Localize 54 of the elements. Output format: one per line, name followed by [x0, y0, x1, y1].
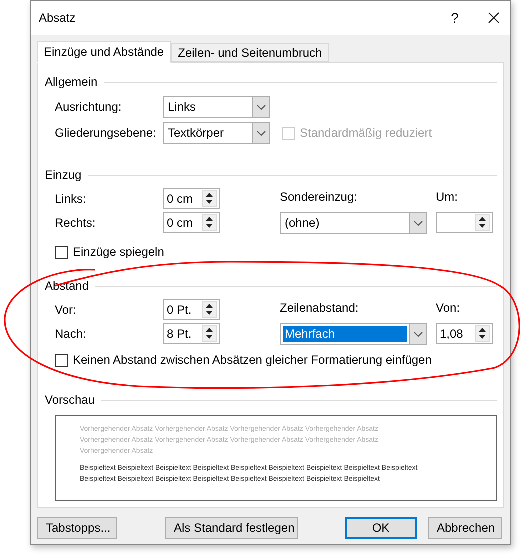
checkbox[interactable]: [55, 246, 68, 258]
field-label: Links:: [55, 190, 88, 208]
chevron-down-icon: [414, 332, 422, 336]
field-label: Sondereinzug:: [280, 189, 358, 206]
tab[interactable]: Zeilen- und Seitenumbruch: [171, 43, 330, 62]
spin-field[interactable]: [436, 212, 493, 233]
down-arrow-icon[interactable]: [206, 311, 213, 315]
help-button[interactable]: ?: [440, 8, 470, 28]
down-arrow-icon[interactable]: [479, 224, 486, 228]
field-label: Vor:: [55, 302, 78, 318]
checkbox-label: Standardmäßig reduziert: [300, 125, 432, 142]
dialog-button[interactable]: Tabstopps...: [37, 517, 117, 539]
up-arrow-icon[interactable]: [479, 217, 486, 221]
field-label: Von:: [436, 300, 462, 317]
dialog-button[interactable]: Als Standard festlegen: [165, 517, 298, 539]
dropdown[interactable]: Textkörper: [163, 122, 270, 144]
dialog-button[interactable]: Abbrechen: [428, 517, 502, 539]
spin-field[interactable]: 1,08: [436, 323, 493, 344]
up-arrow-icon[interactable]: [479, 328, 486, 332]
down-arrow-icon[interactable]: [206, 335, 213, 339]
down-arrow-icon[interactable]: [206, 200, 213, 204]
field-label: Ausrichtung:: [55, 99, 123, 116]
spin-field[interactable]: 8 Pt.: [163, 323, 220, 344]
chevron-down-icon: [414, 220, 422, 226]
tab[interactable]: Einzüge und Abstände: [37, 41, 172, 63]
down-arrow-icon[interactable]: [479, 335, 486, 339]
window-title: Absatz: [39, 10, 77, 27]
field-label: Zeilenabstand:: [280, 300, 360, 317]
field-label: Gliederungsebene:: [55, 125, 158, 142]
section-heading: Abstand: [45, 278, 90, 295]
spin-field[interactable]: 0 cm: [163, 212, 220, 233]
up-arrow-icon[interactable]: [206, 193, 213, 197]
checkbox[interactable]: [55, 354, 68, 366]
section-heading: Allgemein: [45, 74, 98, 91]
dropdown[interactable]: Links: [163, 96, 270, 118]
chevron-down-icon: [256, 104, 266, 110]
checkbox-label: Einzüge spiegeln: [73, 244, 164, 261]
section-heading: Vorschau: [45, 392, 96, 409]
up-arrow-icon[interactable]: [206, 328, 213, 332]
dropdown[interactable]: Mehrfach: [280, 323, 427, 345]
spin-field[interactable]: 0 cm: [163, 188, 220, 209]
chevron-down-icon: [256, 130, 266, 136]
section-heading: Einzug: [45, 167, 82, 184]
dropdown[interactable]: (ohne): [280, 212, 427, 234]
field-label: Nach:: [55, 326, 88, 342]
up-arrow-icon[interactable]: [206, 304, 213, 308]
field-label: Rechts:: [55, 214, 97, 232]
spin-field[interactable]: 0 Pt.: [163, 299, 220, 320]
close-icon[interactable]: [488, 12, 500, 24]
checkbox-label: Keinen Abstand zwischen Absätzen gleicher Formatierung einfügen: [73, 352, 432, 369]
down-arrow-icon[interactable]: [206, 224, 213, 228]
dialog-button[interactable]: OK: [345, 517, 417, 539]
up-arrow-icon[interactable]: [206, 217, 213, 221]
field-label: Um:: [436, 189, 459, 206]
